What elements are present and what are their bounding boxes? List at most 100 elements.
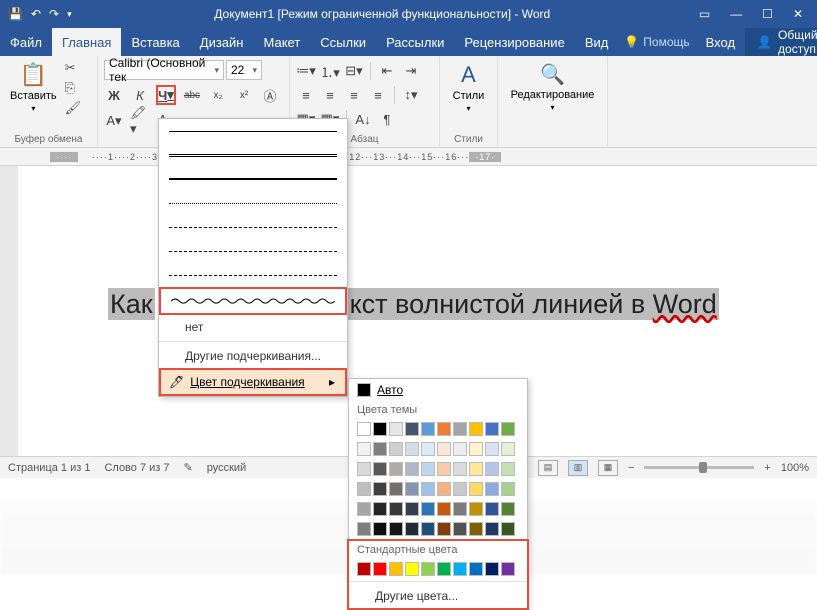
color-swatch[interactable] — [437, 482, 451, 496]
zoom-out-icon[interactable]: − — [628, 462, 634, 474]
color-swatch[interactable] — [373, 562, 387, 576]
color-swatch[interactable] — [501, 422, 515, 436]
color-swatch[interactable] — [501, 522, 515, 536]
subscript-button[interactable]: x₂ — [208, 85, 228, 105]
underline-dashed[interactable] — [159, 215, 347, 239]
cut-icon[interactable]: ✂ — [65, 60, 82, 76]
align-left-icon[interactable]: ≡ — [296, 85, 316, 105]
color-auto[interactable]: Авто — [349, 379, 527, 401]
tab-design[interactable]: Дизайн — [190, 28, 254, 56]
vertical-ruler[interactable] — [0, 166, 18, 456]
color-swatch[interactable] — [469, 462, 483, 476]
underline-dotted[interactable] — [159, 191, 347, 215]
color-swatch[interactable] — [389, 482, 403, 496]
color-swatch[interactable] — [389, 422, 403, 436]
color-swatch[interactable] — [469, 442, 483, 456]
web-layout-icon[interactable]: ▦ — [598, 460, 618, 476]
undo-icon[interactable]: ↶ — [31, 7, 41, 21]
color-swatch[interactable] — [485, 462, 499, 476]
color-swatch[interactable] — [453, 462, 467, 476]
color-swatch[interactable] — [485, 482, 499, 496]
tab-insert[interactable]: Вставка — [121, 28, 189, 56]
sort-icon[interactable]: A↓ — [353, 109, 373, 129]
horizontal-ruler[interactable]: ···· ····1····2····3····4····5····6····7… — [0, 148, 817, 166]
color-swatch[interactable] — [405, 462, 419, 476]
color-swatch[interactable] — [405, 482, 419, 496]
color-swatch[interactable] — [421, 482, 435, 496]
underline-wave[interactable] — [161, 289, 345, 313]
highlight-icon[interactable]: 🖍▾ — [130, 111, 150, 131]
more-colors[interactable]: Другие цвета... — [349, 584, 527, 608]
color-swatch[interactable] — [373, 442, 387, 456]
color-swatch[interactable] — [357, 422, 371, 436]
paste-button[interactable]: 📋 Вставить ▾ — [6, 60, 61, 115]
color-swatch[interactable] — [437, 562, 451, 576]
underline-color[interactable]: 🖊Цвет подчеркивания ▸ — [161, 370, 345, 394]
tab-view[interactable]: Вид — [575, 28, 619, 56]
tab-mailings[interactable]: Рассылки — [376, 28, 454, 56]
indent-dec-icon[interactable]: ⇤ — [377, 61, 397, 81]
underline-thick[interactable] — [159, 167, 347, 191]
redo-icon[interactable]: ↷ — [49, 7, 59, 21]
color-swatch[interactable] — [405, 502, 419, 516]
underline-none[interactable]: нет — [159, 315, 347, 339]
color-swatch[interactable] — [453, 442, 467, 456]
qat-more-icon[interactable]: ▾ — [67, 9, 72, 20]
color-swatch[interactable] — [405, 522, 419, 536]
tab-review[interactable]: Рецензирование — [454, 28, 574, 56]
word-count[interactable]: Слово 7 из 7 — [104, 462, 169, 474]
color-swatch[interactable] — [421, 462, 435, 476]
color-swatch[interactable] — [405, 422, 419, 436]
print-layout-icon[interactable]: ▥ — [568, 460, 588, 476]
color-swatch[interactable] — [469, 422, 483, 436]
color-swatch[interactable] — [357, 522, 371, 536]
color-swatch[interactable] — [421, 502, 435, 516]
underline-dash-dot[interactable] — [159, 263, 347, 287]
superscript-button[interactable]: x² — [234, 85, 254, 105]
color-swatch[interactable] — [357, 462, 371, 476]
spellcheck-icon[interactable]: ✎ — [184, 461, 193, 474]
share-button[interactable]: 👤 Общий доступ — [745, 28, 817, 56]
color-swatch[interactable] — [469, 482, 483, 496]
page-indicator[interactable]: Страница 1 из 1 — [8, 462, 90, 474]
tab-layout[interactable]: Макет — [253, 28, 310, 56]
zoom-in-icon[interactable]: + — [764, 462, 770, 474]
underline-button[interactable]: Ч▾ — [156, 85, 176, 105]
color-swatch[interactable] — [421, 442, 435, 456]
color-swatch[interactable] — [373, 522, 387, 536]
language-indicator[interactable]: русский — [207, 462, 246, 474]
maximize-icon[interactable]: ☐ — [762, 7, 773, 21]
italic-button[interactable]: К — [130, 85, 150, 105]
font-name-combo[interactable]: Calibri (Основной тек — [104, 60, 224, 80]
color-swatch[interactable] — [485, 442, 499, 456]
color-swatch[interactable] — [389, 562, 403, 576]
color-swatch[interactable] — [421, 522, 435, 536]
underline-double[interactable] — [159, 143, 347, 167]
color-swatch[interactable] — [453, 482, 467, 496]
format-painter-icon[interactable]: 🖌 — [65, 100, 82, 116]
color-swatch[interactable] — [469, 522, 483, 536]
numbering-icon[interactable]: ⒈▾ — [320, 61, 340, 81]
color-swatch[interactable] — [389, 462, 403, 476]
ribbon-opts-icon[interactable]: ▭ — [699, 7, 710, 21]
color-swatch[interactable] — [437, 502, 451, 516]
underline-more[interactable]: Другие подчеркивания... — [159, 344, 347, 368]
color-swatch[interactable] — [485, 502, 499, 516]
color-swatch[interactable] — [437, 442, 451, 456]
bold-button[interactable]: Ж — [104, 85, 124, 105]
align-right-icon[interactable]: ≡ — [344, 85, 364, 105]
copy-icon[interactable]: ⎘ — [65, 80, 82, 96]
color-swatch[interactable] — [373, 422, 387, 436]
color-swatch[interactable] — [421, 562, 435, 576]
color-swatch[interactable] — [501, 482, 515, 496]
clear-format-icon[interactable]: Ⓐ — [260, 85, 280, 105]
color-swatch[interactable] — [437, 462, 451, 476]
login-link[interactable]: Вход — [696, 28, 745, 56]
color-swatch[interactable] — [437, 422, 451, 436]
justify-icon[interactable]: ≡ — [368, 85, 388, 105]
underline-dash-long[interactable] — [159, 239, 347, 263]
color-swatch[interactable] — [357, 562, 371, 576]
color-swatch[interactable] — [485, 562, 499, 576]
tab-home[interactable]: Главная — [52, 28, 121, 56]
styles-button[interactable]: A Стили▾ — [446, 60, 491, 115]
